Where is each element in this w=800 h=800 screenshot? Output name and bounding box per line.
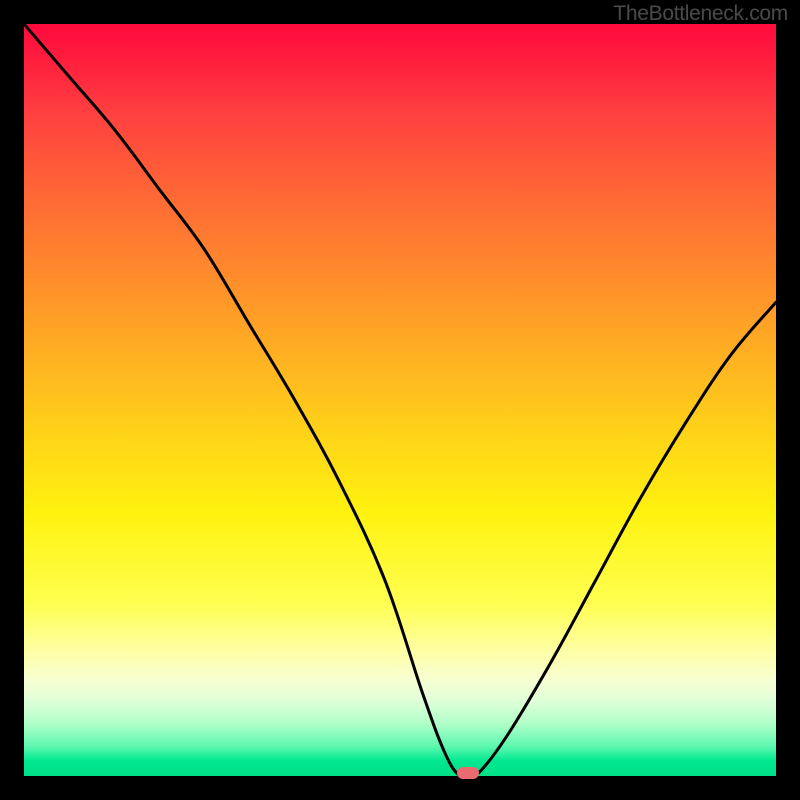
gradient-background: [24, 24, 776, 776]
chart-area: [24, 24, 776, 776]
optimal-marker: [457, 767, 479, 779]
watermark-text: TheBottleneck.com: [613, 2, 788, 26]
